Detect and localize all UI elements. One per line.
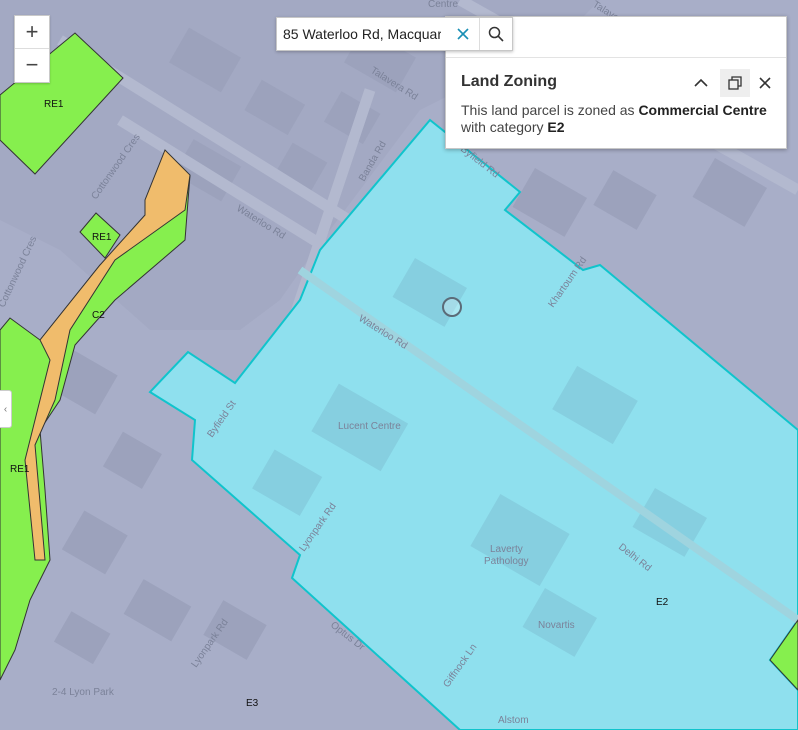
search-icon	[488, 26, 504, 42]
zoom-in-button[interactable]: +	[15, 16, 49, 48]
poi-label-novartis: Novartis	[538, 620, 575, 631]
zone-label-e3: E3	[246, 698, 259, 709]
chevron-up-icon	[694, 78, 708, 87]
popup-header: Land Zoning	[446, 69, 786, 99]
popup-zone-name: Commercial Centre	[638, 102, 767, 118]
poi-label-pathology: Pathology	[484, 556, 528, 567]
poi-label-alstom: Alstom	[498, 715, 529, 726]
close-icon	[759, 77, 771, 89]
poi-label-centre: Centre	[428, 0, 458, 10]
zone-label-re1-small: RE1	[92, 232, 112, 243]
zone-label-re1-north: RE1	[44, 99, 64, 110]
poi-label-lyon-park: 2-4 Lyon Park	[52, 687, 115, 698]
zoom-control: + −	[14, 15, 50, 83]
zoom-out-button[interactable]: −	[15, 48, 49, 81]
popup-body-prefix: This land parcel is zoned as	[461, 102, 639, 118]
dock-popup-button[interactable]	[720, 69, 750, 97]
popup-title: Land Zoning	[461, 73, 557, 90]
zone-label-c2: C2	[92, 310, 105, 321]
location-marker-icon[interactable]	[442, 297, 462, 317]
dock-icon	[728, 76, 742, 90]
popup-body-mid: with category	[461, 119, 548, 135]
close-popup-button[interactable]	[750, 69, 780, 97]
zone-label-re1-west: RE1	[10, 464, 30, 475]
popup-body: This land parcel is zoned as Commercial …	[461, 102, 776, 136]
chevron-left-icon: ‹	[3, 403, 8, 415]
clear-search-button[interactable]	[447, 18, 479, 50]
search-button[interactable]	[479, 18, 512, 50]
search-input[interactable]	[277, 18, 447, 50]
zone-label-e2: E2	[656, 597, 669, 608]
close-icon	[457, 28, 469, 40]
poi-label-laverty: Laverty	[490, 544, 523, 555]
popup-category: E2	[547, 119, 565, 135]
poi-label-lucent-centre: Lucent Centre	[338, 421, 401, 432]
search-bar	[276, 17, 513, 51]
collapse-popup-button[interactable]	[686, 69, 716, 97]
panel-collapse-tab[interactable]: ‹	[0, 390, 12, 428]
